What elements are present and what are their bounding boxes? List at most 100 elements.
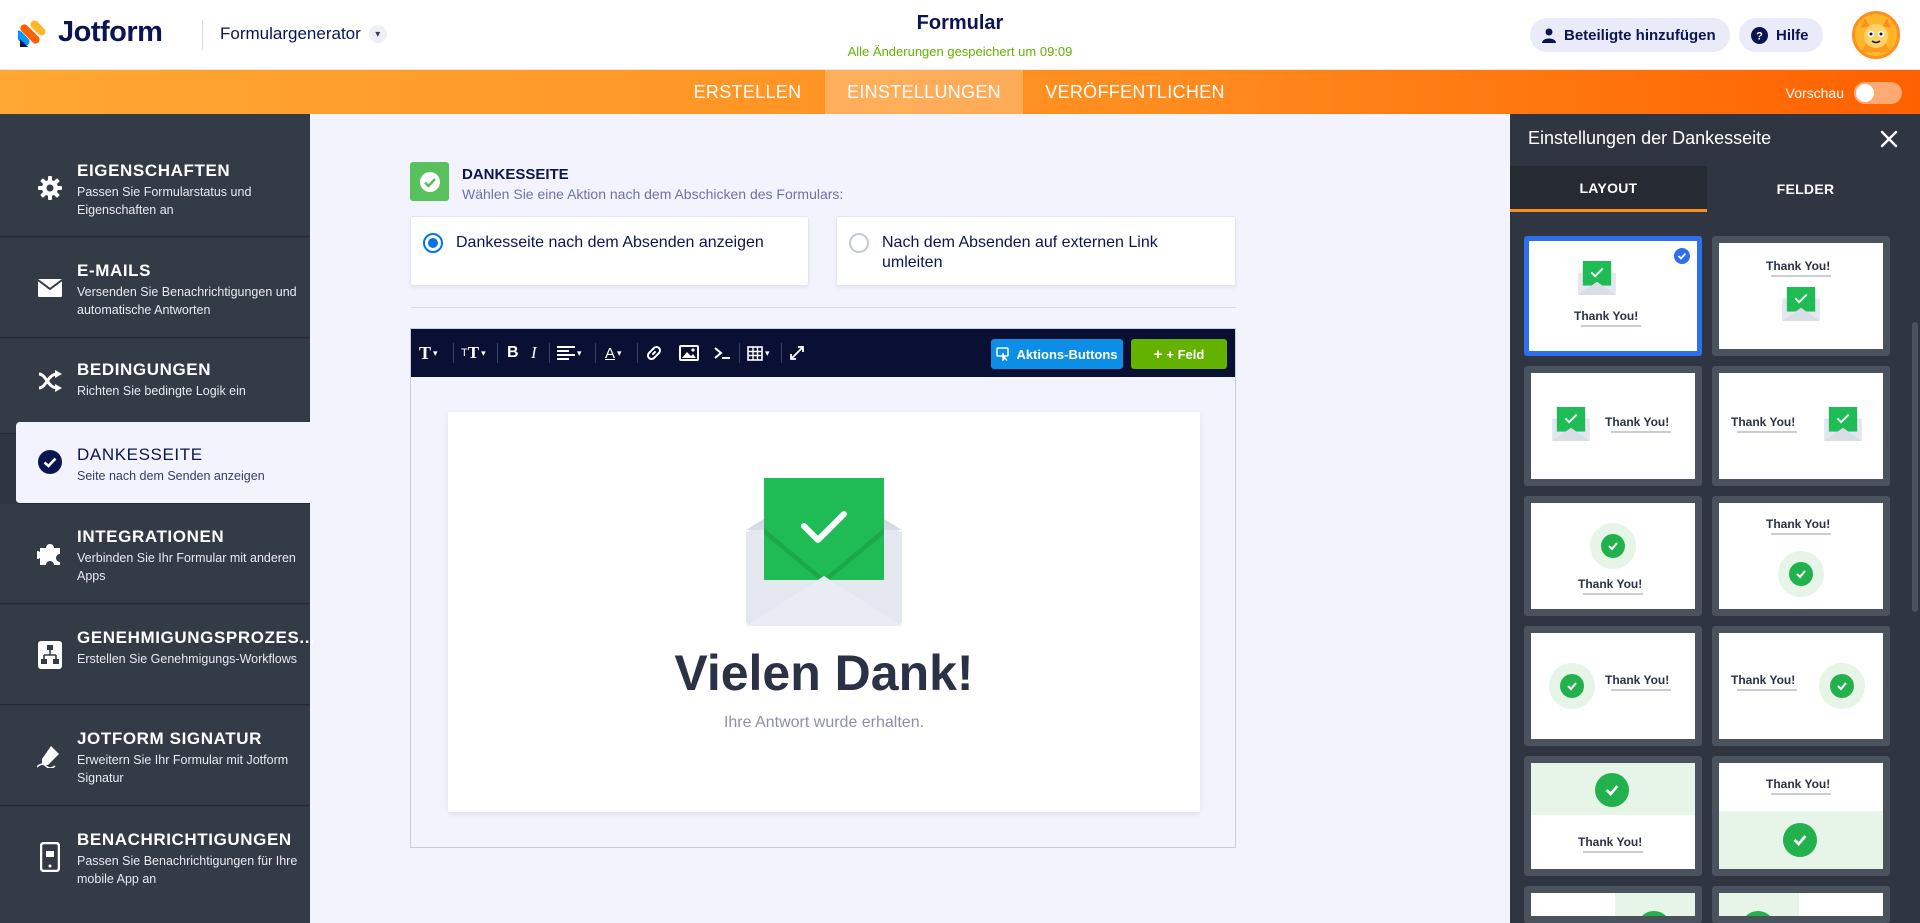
- layout-preview: Thank You!: [1719, 633, 1883, 739]
- selected-check-icon: [1672, 246, 1692, 266]
- layout-option-4[interactable]: Thank You!: [1712, 366, 1890, 486]
- divider: [410, 307, 1236, 308]
- layout-preview: [1531, 893, 1695, 916]
- layout-option-1[interactable]: Thank You!: [1524, 236, 1702, 356]
- sidebar-item-title: INTEGRATIONEN: [77, 527, 225, 546]
- sidebar-item-benachrichtigungen[interactable]: BENACHRICHTIGUNGEN Passen Sie Benachrich…: [0, 807, 310, 923]
- layout-option-9[interactable]: Thank You!: [1524, 756, 1702, 876]
- layout-thumb-subtitle: [1581, 325, 1641, 327]
- option-show-thank-you-page[interactable]: Dankesseite nach dem Absenden anzeigen: [410, 216, 809, 286]
- panel-title: Einstellungen der Dankesseite: [1528, 128, 1772, 148]
- layout-preview: Thank You!: [1719, 373, 1883, 479]
- toolbar-divider: [595, 343, 596, 363]
- table-icon[interactable]: ▾: [747, 341, 770, 365]
- thank-you-settings-panel: Einstellungen der Dankesseite LAYOUT FEL…: [1510, 114, 1920, 923]
- layout-thumb-title: Thank You!: [1605, 673, 1670, 687]
- cursor-icon: [996, 347, 1010, 361]
- layout-option-8[interactable]: Thank You!: [1712, 626, 1890, 746]
- layout-option-12[interactable]: [1712, 886, 1890, 923]
- envelope-check-icon: [1782, 287, 1820, 321]
- sidebar-item-desc: Passen Sie Formularstatus und Eigenschaf…: [77, 185, 252, 217]
- sidebar-item-title: DANKESSEITE: [77, 445, 203, 464]
- add-field-button[interactable]: + + Feld: [1131, 339, 1227, 369]
- envelope-check-icon: [746, 478, 902, 626]
- scrollbar[interactable]: [1910, 212, 1920, 923]
- toolbar-divider: [549, 343, 550, 363]
- tab-einstellungen[interactable]: EINSTELLUNGEN: [825, 70, 1023, 114]
- layout-thumb-title: Thank You!: [1574, 309, 1639, 323]
- sidebar-item-integrationen[interactable]: INTEGRATIONEN Verbinden Sie Ihr Formular…: [0, 504, 310, 604]
- layout-option-2[interactable]: Thank You!: [1712, 236, 1890, 356]
- check-circle-icon: [1778, 551, 1824, 597]
- radio-unselected[interactable]: [849, 233, 869, 253]
- sidebar-item-emails[interactable]: E-MAILS Versenden Sie Benachrichtigungen…: [0, 238, 310, 338]
- toolbar-divider: [739, 343, 740, 363]
- builder-dropdown[interactable]: Formulargenerator ▾: [220, 24, 387, 44]
- code-icon[interactable]: [713, 341, 731, 365]
- preview-label: Vorschau: [1785, 85, 1844, 101]
- layout-option-10[interactable]: Thank You!: [1712, 756, 1890, 876]
- add-field-label: + Feld: [1166, 346, 1205, 362]
- toolbar-divider: [781, 343, 782, 363]
- layout-option-7[interactable]: Thank You!: [1524, 626, 1702, 746]
- bold-icon[interactable]: B: [507, 341, 519, 365]
- sidebar-item-jotform-signatur[interactable]: JOTFORM SIGNATUR Erweitern Sie Ihr Formu…: [0, 706, 310, 806]
- layout-option-3[interactable]: Thank You!: [1524, 366, 1702, 486]
- option-redirect-external-link[interactable]: Nach dem Absenden auf externen Link umle…: [836, 216, 1236, 286]
- section-title: DANKESSEITE: [462, 166, 569, 183]
- text-color-icon[interactable]: A ▾: [605, 341, 622, 365]
- layout-thumb-title: Thank You!: [1578, 577, 1643, 591]
- shuffle-icon: [36, 367, 64, 395]
- image-icon[interactable]: [679, 341, 699, 365]
- thank-you-heading[interactable]: Vielen Dank!: [448, 644, 1200, 702]
- sidebar-item-dankesseite[interactable]: DANKESSEITE Seite nach dem Senden anzeig…: [16, 422, 310, 504]
- tab-erstellen[interactable]: ERSTELLEN: [680, 70, 815, 114]
- tab-layout[interactable]: LAYOUT: [1510, 166, 1707, 212]
- action-buttons-button[interactable]: Aktions-Buttons: [991, 339, 1123, 369]
- add-participants-button[interactable]: Beteiligte hinzufügen: [1530, 18, 1730, 52]
- layout-option-5[interactable]: Thank You!: [1524, 496, 1702, 616]
- section-subtitle: Wählen Sie eine Aktion nach dem Abschick…: [462, 186, 844, 202]
- text-format-icon[interactable]: T ▾: [419, 341, 438, 365]
- check-circle-icon: [1819, 663, 1865, 709]
- avatar[interactable]: [1852, 11, 1900, 59]
- layout-preview: Thank You!: [1531, 763, 1695, 869]
- sidebar-item-eigenschaften[interactable]: EIGENSCHAFTEN Passen Sie Formularstatus …: [0, 114, 310, 237]
- chevron-down-icon: ▾: [368, 25, 387, 43]
- check-circle-icon: [1590, 523, 1636, 569]
- top-header: Jotform Formulargenerator ▾ Formular All…: [0, 0, 1920, 70]
- italic-icon[interactable]: I: [531, 341, 537, 365]
- help-button[interactable]: ? Hilfe: [1739, 18, 1823, 52]
- sidebar-item-genehmigungsprozesse[interactable]: GENEHMIGUNGSPROZES... Erstellen Sie Gene…: [0, 605, 315, 705]
- layout-preview: Thank You!: [1719, 503, 1883, 609]
- sidebar-item-bedingungen[interactable]: BEDINGUNGEN Richten Sie bedingte Logik e…: [0, 339, 310, 434]
- thank-you-message[interactable]: Ihre Antwort wurde erhalten.: [448, 714, 1200, 732]
- check-circle-icon: [1549, 663, 1595, 709]
- tab-felder[interactable]: FELDER: [1707, 166, 1904, 212]
- radio-selected[interactable]: [423, 233, 443, 253]
- check-circle-icon: [36, 448, 64, 476]
- sidebar-item-desc: Erstellen Sie Genehmigungs-Workflows: [77, 652, 298, 666]
- sidebar-item-title: JOTFORM SIGNATUR: [77, 729, 262, 748]
- jotform-logo[interactable]: Jotform: [14, 16, 163, 49]
- preview-switch: Vorschau: [1786, 82, 1902, 104]
- preview-toggle[interactable]: [1854, 82, 1902, 104]
- tab-veroeffentlichen[interactable]: VERÖFFENTLICHEN: [1030, 70, 1240, 114]
- sidebar-item-desc: Passen Sie Benachrichtigungen für Ihre m…: [77, 854, 298, 886]
- layout-option-11[interactable]: [1524, 886, 1702, 923]
- phone-icon: [36, 842, 64, 872]
- fullscreen-icon[interactable]: [789, 341, 805, 365]
- sidebar-item-title: E-MAILS: [77, 261, 152, 280]
- align-icon[interactable]: ▾: [557, 341, 582, 365]
- close-icon[interactable]: [1878, 128, 1900, 150]
- layout-thumb-subtitle: [1583, 593, 1643, 595]
- font-size-icon[interactable]: T T ▾: [461, 341, 486, 365]
- header-divider: [202, 20, 203, 50]
- check-icon: [410, 162, 449, 201]
- logo-text: Jotform: [58, 16, 163, 48]
- envelope-icon: [36, 274, 64, 302]
- scrollbar-thumb[interactable]: [1912, 322, 1918, 612]
- link-icon[interactable]: [645, 341, 663, 365]
- layout-thumb-subtitle: [1737, 689, 1797, 691]
- layout-option-6[interactable]: Thank You!: [1712, 496, 1890, 616]
